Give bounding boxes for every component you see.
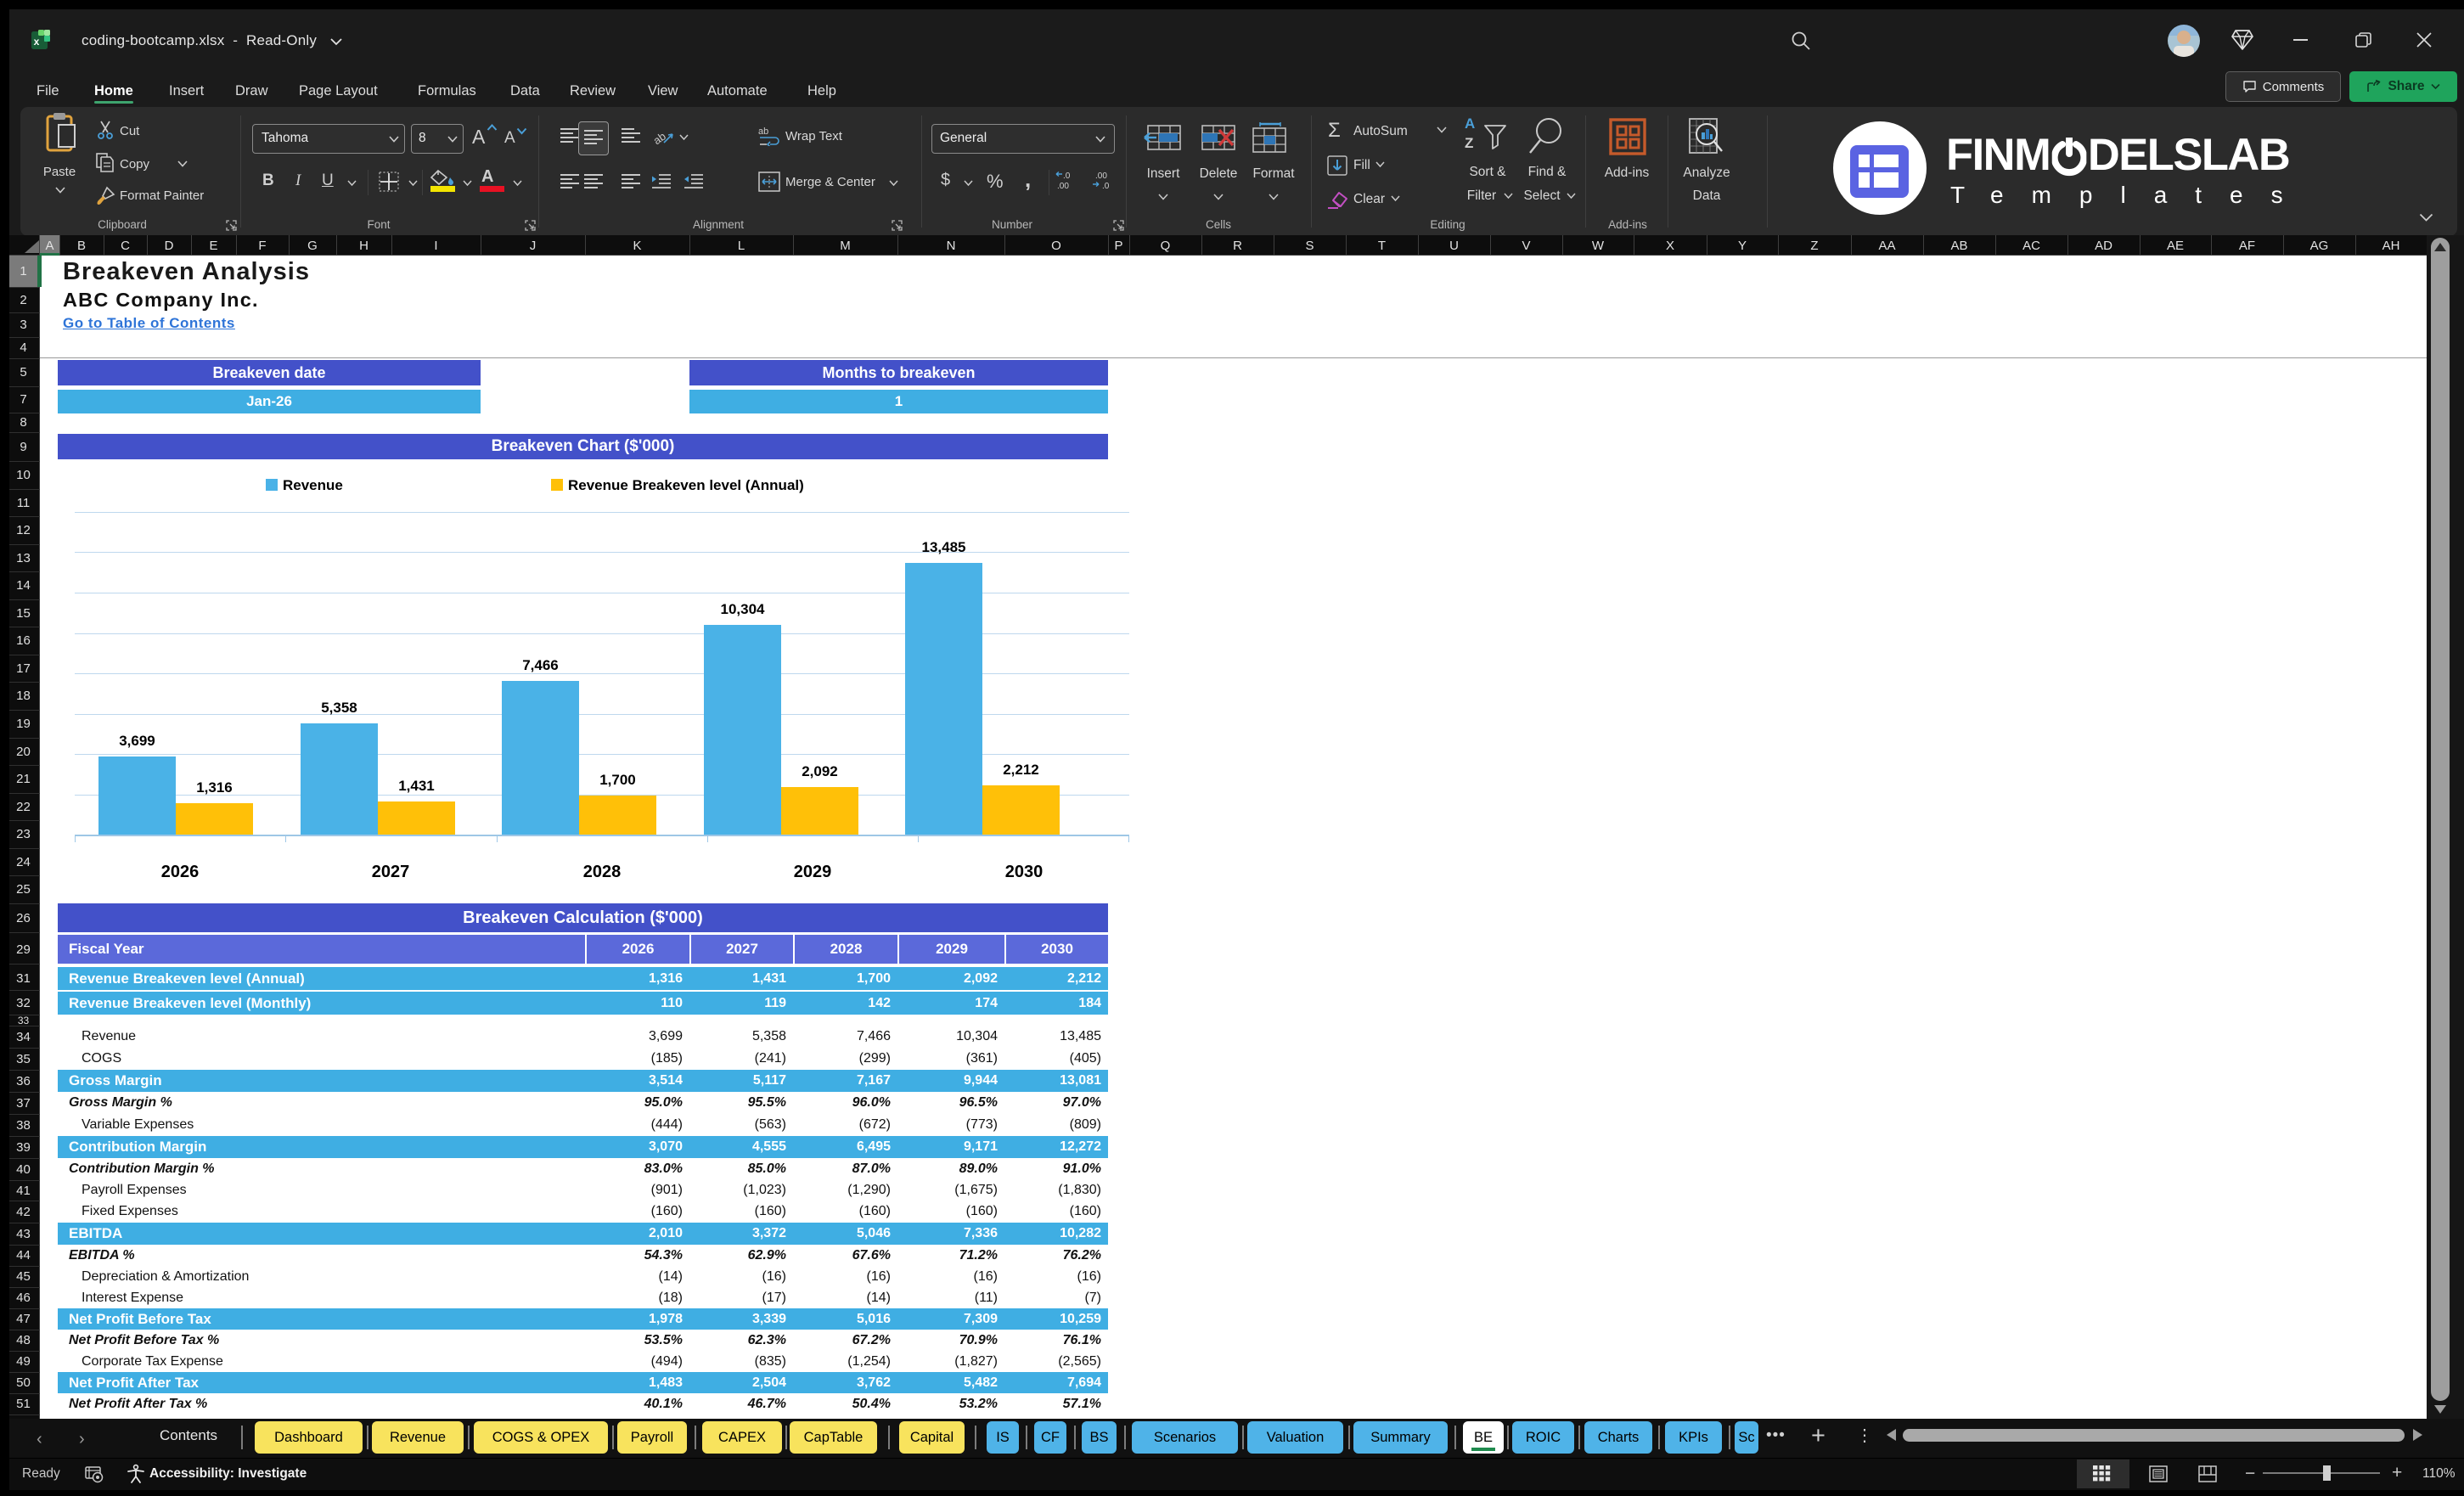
svg-text:.00: .00	[1095, 172, 1107, 181]
svg-text:x: x	[34, 36, 40, 48]
svg-text:.0: .0	[1063, 172, 1071, 181]
svg-text:.0: .0	[1102, 182, 1110, 191]
svg-text:.00: .00	[1057, 182, 1069, 191]
svg-text:ab: ab	[652, 130, 668, 148]
svg-text:ab: ab	[758, 127, 768, 137]
svg-text:Z: Z	[1465, 135, 1473, 151]
svg-text:A: A	[1465, 115, 1475, 132]
